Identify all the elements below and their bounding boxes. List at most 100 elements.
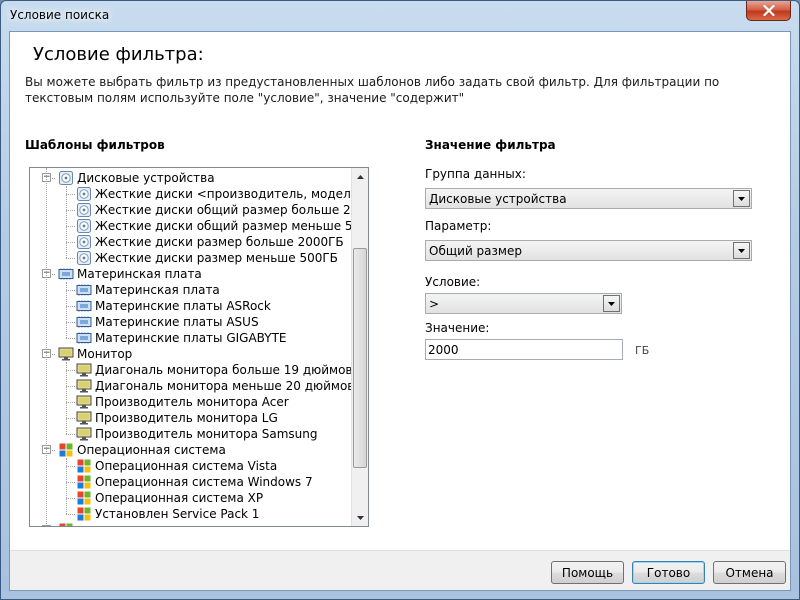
tree-item-label: Материнская плата: [95, 283, 220, 297]
tree-item[interactable]: Материнские платы ASRock: [76, 298, 271, 314]
condition-dropdown-button[interactable]: [603, 295, 620, 312]
tree-item[interactable]: Материнская плата: [76, 282, 220, 298]
chevron-down-icon: [738, 196, 745, 201]
tree-item-label: Материнские платы GIGABYTE: [95, 331, 287, 345]
value-input[interactable]: [425, 339, 623, 360]
windows-icon: [76, 458, 92, 474]
scroll-down-icon: [356, 515, 364, 520]
close-button[interactable]: [746, 1, 791, 21]
windows-icon: [58, 522, 74, 526]
data-group-dropdown-button[interactable]: [733, 190, 750, 207]
title-bar[interactable]: Условие поиска: [1, 1, 799, 31]
disk-icon: [58, 170, 74, 186]
tree-item-label: Диагональ монитора меньше 20 дюймов: [95, 379, 355, 393]
disk-icon: [76, 202, 92, 218]
parameter-select[interactable]: Общий размер: [425, 240, 752, 261]
tree-item[interactable]: Производитель монитора Acer: [76, 394, 289, 410]
tree-item[interactable]: Диагональ монитора больше 19 дюймов: [76, 362, 353, 378]
windows-icon: [76, 506, 92, 522]
templates-tree[interactable]: − Дисковые устройства Жесткие диски <произ…: [29, 167, 369, 527]
parameter-value: Общий размер: [429, 243, 522, 258]
tree-connector: [66, 290, 75, 291]
cancel-button[interactable]: Отмена: [713, 561, 786, 584]
tree-connector: [66, 282, 67, 338]
tree-item-label: Операционная система Windows 7: [95, 475, 313, 489]
monitor-icon: [76, 362, 92, 378]
tree-item[interactable]: Производитель монитора Samsung: [76, 426, 318, 442]
tree-connector: [66, 514, 75, 515]
tree-connector: [66, 362, 67, 434]
value-unit: ГБ: [635, 344, 650, 357]
monitor-icon: [76, 410, 92, 426]
disk-icon: [76, 234, 92, 250]
value-label: Значение:: [425, 321, 490, 335]
tree-group-partial[interactable]: [58, 522, 77, 526]
windows-icon: [76, 490, 92, 506]
parameter-dropdown-button[interactable]: [733, 242, 750, 259]
tree-item[interactable]: Жесткие диски общий размер меньше 500ГБ: [76, 218, 369, 234]
ok-button[interactable]: Готово: [632, 561, 705, 584]
tree-scrollbar[interactable]: [351, 168, 368, 526]
tree-item-label: Жесткие диски размер больше 2000ГБ: [95, 235, 344, 249]
help-button[interactable]: Помощь: [551, 561, 624, 584]
tree-connector: [66, 386, 75, 387]
data-group-label: Группа данных:: [425, 167, 526, 181]
page-title: Условие фильтра:: [33, 44, 204, 65]
tree-item[interactable]: Жесткие диски размер больше 2000ГБ: [76, 234, 344, 250]
tree-connector: [46, 168, 47, 524]
tree-group-2[interactable]: Монитор: [58, 346, 132, 362]
tree-item[interactable]: Жесткие диски размер меньше 500ГБ: [76, 250, 338, 266]
motherboard-icon: [76, 314, 92, 330]
filter-value-label: Значение фильтра: [425, 138, 556, 152]
tree-item-label: Установлен Service Pack 1: [95, 507, 260, 521]
chevron-down-icon: [608, 301, 615, 306]
data-group-select[interactable]: Дисковые устройства: [425, 188, 752, 209]
tree-group-1[interactable]: Материнская плата: [58, 266, 202, 282]
tree-connector: [66, 466, 75, 467]
monitor-icon: [58, 346, 74, 362]
condition-select[interactable]: >: [425, 293, 622, 314]
tree-item-label: Операционная система Vista: [95, 459, 278, 473]
tree-group-0[interactable]: Дисковые устройства: [58, 170, 215, 186]
monitor-icon: [76, 394, 92, 410]
tree-connector: [66, 338, 75, 339]
tree-item[interactable]: Жесткие диски <производитель, модель>: [76, 186, 368, 202]
tree-item[interactable]: Установлен Service Pack 1: [76, 506, 259, 522]
disk-icon: [76, 250, 92, 266]
tree-item-label: Жесткие диски общий размер больше 2000ГБ: [95, 203, 369, 217]
tree-item-label: Жесткие диски общий размер меньше 500ГБ: [95, 219, 369, 233]
tree-item[interactable]: Операционная система XP: [76, 490, 263, 506]
description-text: Вы можете выбрать фильтр из предустановл…: [25, 75, 720, 105]
monitor-icon: [76, 426, 92, 442]
tree-connector: [66, 226, 75, 227]
tree-item[interactable]: Материнские платы GIGABYTE: [76, 330, 287, 346]
data-group-value: Дисковые устройства: [429, 191, 567, 206]
scroll-thumb[interactable]: [353, 248, 367, 468]
tree-item-label: Диагональ монитора больше 19 дюймов: [95, 363, 353, 377]
tree-collapse-toggle[interactable]: [42, 525, 51, 526]
tree-item[interactable]: Материнские платы ASUS: [76, 314, 259, 330]
tree-item[interactable]: Производитель монитора LG: [76, 410, 278, 426]
tree-connector: [66, 482, 75, 483]
tree-item[interactable]: Операционная система Vista: [76, 458, 277, 474]
disk-icon: [76, 186, 92, 202]
tree-item-label: Материнские платы ASRock: [95, 299, 271, 313]
windows-icon: [58, 442, 74, 458]
tree-item-label: Материнские платы ASUS: [95, 315, 259, 329]
dialog-content: Условие фильтра: Вы можете выбрать фильт…: [9, 31, 791, 591]
tree-item[interactable]: Операционная система Windows 7: [76, 474, 313, 490]
tree-item[interactable]: Диагональ монитора меньше 20 дюймов: [76, 378, 354, 394]
scroll-up-button[interactable]: [352, 168, 368, 185]
button-bar: Помощь Готово Отмена: [10, 550, 790, 590]
tree-connector: [66, 402, 75, 403]
scroll-down-button[interactable]: [352, 509, 368, 526]
tree-group-label: Монитор: [77, 347, 133, 361]
tree-group-label: Операционная система: [77, 443, 226, 457]
tree-connector: [66, 458, 67, 514]
tree-group-label: Материнская плата: [77, 267, 202, 281]
tree-item[interactable]: Жесткие диски общий размер больше 2000ГБ: [76, 202, 369, 218]
windows-icon: [76, 474, 92, 490]
tree-connector: [66, 434, 75, 435]
motherboard-icon: [76, 330, 92, 346]
tree-group-3[interactable]: Операционная система: [58, 442, 226, 458]
